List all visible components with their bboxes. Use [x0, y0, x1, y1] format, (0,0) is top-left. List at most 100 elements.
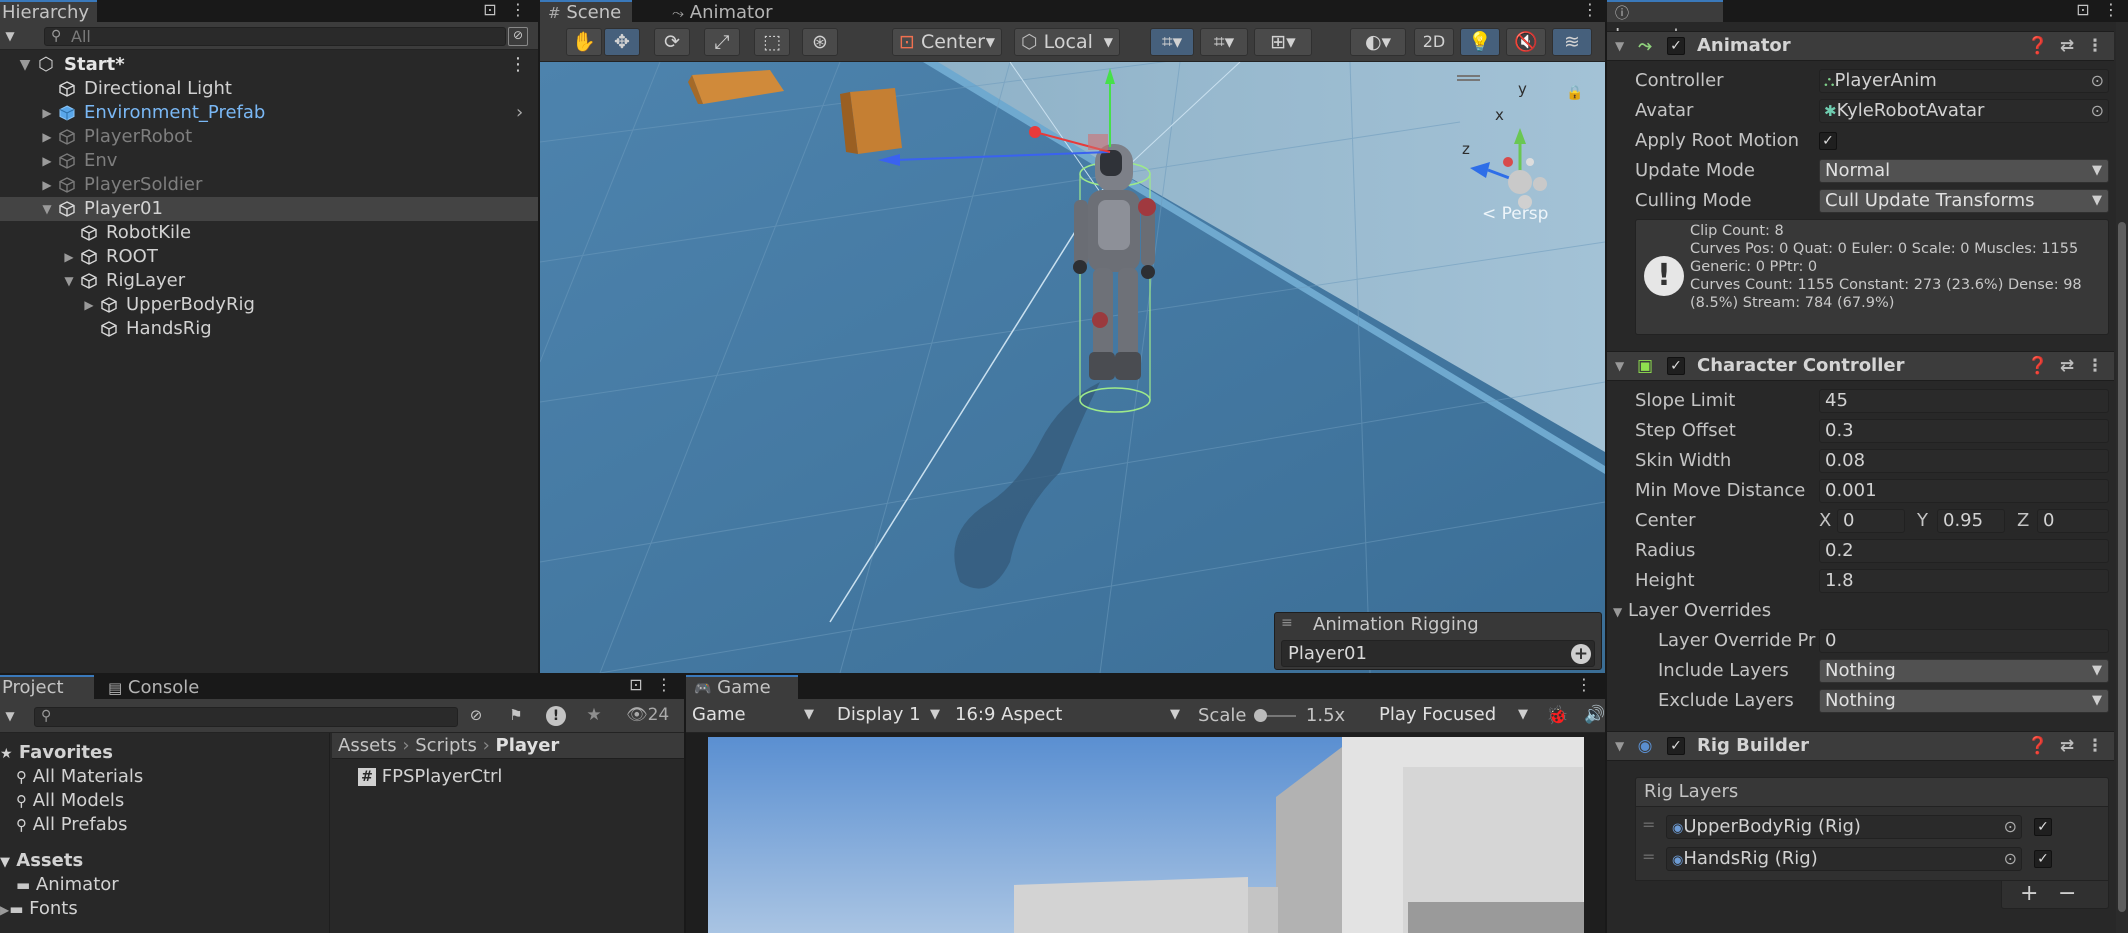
include-layers-dropdown[interactable]: Nothing ▼ [1819, 659, 2109, 683]
tab-game[interactable]: 🎮 Game [686, 675, 798, 699]
transform-tool-icon[interactable]: ⊛ [802, 28, 838, 56]
project-search-input[interactable]: ⚲ [34, 707, 458, 727]
hierarchy-item[interactable]: HandsRig [0, 317, 538, 341]
tab-hierarchy[interactable]: Hierarchy [0, 0, 98, 23]
hierarchy-item[interactable]: ▶ UpperBodyRig [0, 293, 538, 317]
center-x-field[interactable]: 0 [1837, 509, 1905, 533]
hierarchy-item[interactable]: ▶ PlayerSoldier [0, 173, 538, 197]
tab-console[interactable]: ▤ Console [100, 675, 207, 699]
favorite-star-icon[interactable]: ★ [584, 705, 604, 725]
persp-label[interactable]: < Persp [1482, 204, 1548, 224]
update-mode-dropdown[interactable]: Normal ▼ [1819, 159, 2109, 183]
drag-handle-icon[interactable]: = [1642, 847, 1655, 866]
search-by-label-icon[interactable]: ⚑ [506, 706, 526, 726]
aspect-dropdown[interactable]: 16:9 Aspect ▼ [950, 704, 1186, 728]
apply-root-motion-checkbox[interactable]: ✓ [1819, 132, 1837, 150]
exclude-layers-dropdown[interactable]: Nothing ▼ [1819, 689, 2109, 713]
tab-project[interactable]: Project [0, 675, 94, 699]
rig-builder-enabled-checkbox[interactable]: ✓ [1667, 737, 1685, 755]
more-menu-icon[interactable]: ⋮ [1574, 675, 1594, 697]
drag-handle-icon[interactable]: ≡ [1281, 615, 1303, 635]
more-menu-icon[interactable]: ⋮ [508, 0, 528, 22]
controller-field[interactable]: ⛬PlayerAnim ⊙ [1819, 69, 2109, 93]
lock-icon[interactable]: ⊡ [2073, 0, 2093, 22]
expand-arrow-icon[interactable]: ▼ [40, 197, 54, 221]
grid-snap-icon[interactable]: ⌗▾ [1150, 28, 1194, 56]
rotate-tool-icon[interactable]: ⟳ [654, 28, 690, 56]
step-offset-field[interactable]: 0.3 [1819, 419, 2109, 443]
expand-arrow-icon[interactable]: ▶ [40, 101, 54, 125]
mode-2d-button[interactable]: 2D [1414, 28, 1454, 56]
slope-limit-field[interactable]: 45 [1819, 389, 2109, 413]
scale-thumb[interactable] [1254, 709, 1268, 722]
height-field[interactable]: 1.8 [1819, 569, 2109, 593]
help-icon[interactable]: ❓ [2027, 736, 2048, 756]
lock-icon[interactable]: ⊡ [480, 0, 500, 22]
expand-arrow-icon[interactable]: ▶ [40, 149, 54, 173]
preset-icon[interactable]: ⇄ [2057, 736, 2077, 756]
help-icon[interactable]: ❓ [2027, 356, 2048, 376]
avatar-field[interactable]: ✱KyleRobotAvatar ⊙ [1819, 99, 2109, 123]
scale-track[interactable] [1254, 709, 1297, 722]
center-z-field[interactable]: 0 [2037, 509, 2109, 533]
component-menu-icon[interactable]: ⋮ [2085, 736, 2105, 756]
rig-layer-field[interactable]: ◉UpperBodyRig (Rig) ⊙ [1666, 815, 2022, 839]
game-viewport[interactable] [708, 737, 1584, 933]
overlay-rig-field[interactable]: Player01 + [1281, 640, 1595, 667]
layer-override-priority-field[interactable]: 0 [1819, 629, 2109, 653]
search-by-type-icon[interactable]: ⊘ [466, 706, 486, 726]
skin-width-field[interactable]: 0.08 [1819, 449, 2109, 473]
drag-handle-icon[interactable]: = [1642, 815, 1655, 834]
create-dropdown-icon[interactable]: ▼ [0, 706, 20, 728]
lock-icon[interactable]: ⊡ [626, 675, 646, 697]
scale-slider[interactable]: Scale 1.5x [1198, 704, 1345, 728]
add-item-icon[interactable]: + [2020, 881, 2038, 907]
component-menu-icon[interactable]: ⋮ [2085, 36, 2105, 56]
expand-arrow-icon[interactable]: ▼ [18, 53, 32, 77]
hierarchy-item[interactable]: Directional Light [0, 77, 538, 101]
error-filter-icon[interactable]: ! [546, 706, 566, 726]
object-picker-icon[interactable]: ⊙ [2004, 816, 2017, 838]
game-view-dropdown[interactable]: Game ▼ [690, 704, 820, 728]
scrollbar-thumb[interactable] [2118, 222, 2126, 912]
expand-arrow-icon[interactable]: ▶ [0, 903, 9, 917]
create-dropdown-icon[interactable]: ▼ [0, 26, 20, 48]
scale-tool-icon[interactable]: ⤢ [704, 28, 740, 56]
shading-mode-icon[interactable]: ◐▾ [1350, 28, 1406, 56]
scene-menu-icon[interactable]: ⋮ [508, 53, 528, 77]
animator-header[interactable]: ▼ ⤳ ✓ Animator ❓ ⇄ ⋮ [1607, 31, 2114, 61]
tab-animator[interactable]: ⤳ Animator [664, 0, 781, 23]
add-icon[interactable]: + [1571, 644, 1591, 664]
culling-mode-dropdown[interactable]: Cull Update Transforms ▼ [1819, 189, 2109, 213]
assets-folder[interactable]: ▬ Animator [16, 873, 119, 897]
project-file[interactable]: # FPSPlayerCtrl [358, 765, 502, 789]
hidden-packages-toggle[interactable]: 👁24 [626, 705, 682, 727]
preset-icon[interactable]: ⇄ [2057, 36, 2077, 56]
preset-icon[interactable]: ⇄ [2057, 356, 2077, 376]
rig-layer-active-checkbox[interactable]: ✓ [2034, 818, 2052, 836]
object-picker-icon[interactable]: ⊙ [2091, 70, 2104, 92]
more-menu-icon[interactable]: ⋮ [2101, 0, 2121, 22]
expand-arrow-icon[interactable]: ▶ [40, 125, 54, 149]
lighting-icon[interactable]: 💡 [1460, 28, 1500, 56]
collapse-arrow-icon[interactable]: ▼ [1615, 352, 1624, 380]
assets-header[interactable]: ▼ Assets [0, 849, 83, 873]
center-y-field[interactable]: 0.95 [1937, 509, 2005, 533]
object-picker-icon[interactable]: ⊙ [2004, 848, 2017, 870]
audio-icon[interactable]: 🔊 [1584, 705, 1605, 727]
object-picker-icon[interactable]: ⊙ [2091, 100, 2104, 122]
hierarchy-item[interactable]: ▼ RigLayer [0, 269, 538, 293]
chevron-right-icon[interactable]: › [516, 101, 523, 125]
favorites-header[interactable]: ★ Favorites [0, 741, 113, 765]
effects-icon[interactable]: ≋ [1552, 28, 1592, 56]
pivot-center-dropdown[interactable]: ⊡ Center ▼ [892, 28, 1002, 56]
rig-layer-row[interactable]: = ◉HandsRig (Rig) ⊙ ✓ [1636, 845, 2110, 873]
expand-arrow-icon[interactable]: ▶ [62, 245, 76, 269]
hierarchy-item[interactable]: RobotKile [0, 221, 538, 245]
hierarchy-item[interactable]: ▶ PlayerRobot [0, 125, 538, 149]
audio-mute-icon[interactable]: 🔇 [1506, 28, 1546, 56]
space-local-dropdown[interactable]: ⬡ Local ▼ [1014, 28, 1120, 56]
favorites-item[interactable]: ⚲ All Materials [16, 765, 143, 789]
hierarchy-search-input[interactable]: ⚲ All [44, 27, 506, 46]
scene-root-row[interactable]: ▼ ⬡ Start* ⋮ [0, 53, 538, 77]
